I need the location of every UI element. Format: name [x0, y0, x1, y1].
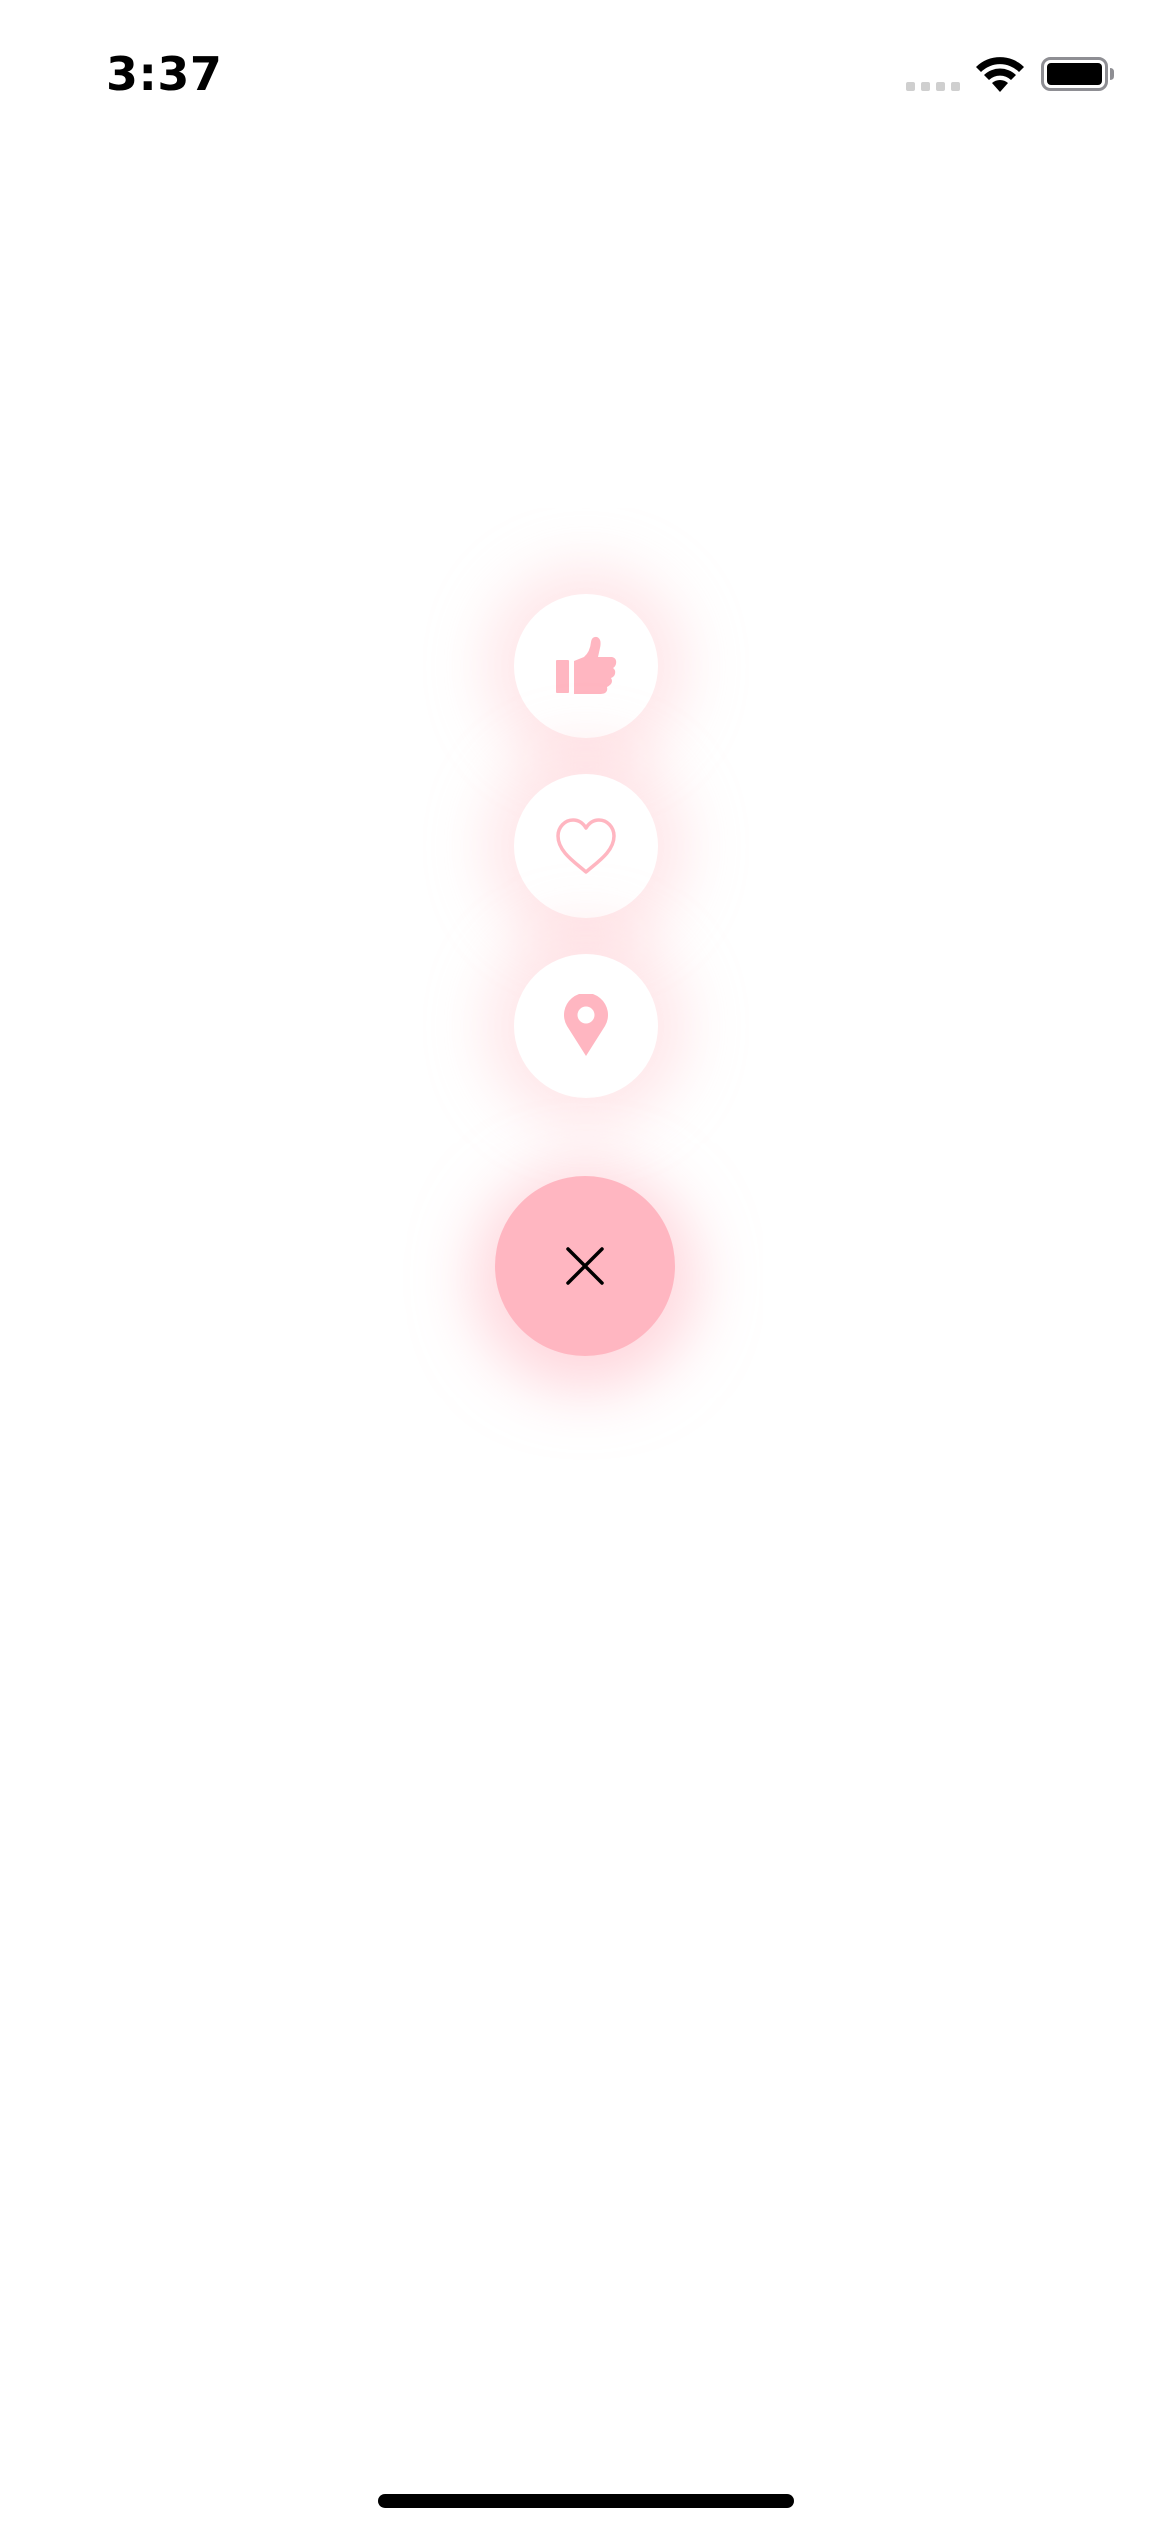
- map-pin-icon: [564, 994, 608, 1056]
- location-button[interactable]: [514, 954, 658, 1098]
- thumbs-up-icon: [556, 636, 617, 694]
- battery-full-icon: [1041, 57, 1114, 91]
- home-indicator[interactable]: [378, 2494, 794, 2508]
- heart-outline-icon: [556, 818, 616, 874]
- favorite-button[interactable]: [514, 774, 658, 918]
- wifi-icon: [976, 57, 1024, 92]
- like-button[interactable]: [514, 594, 658, 738]
- screen: 3:37: [0, 0, 1170, 2532]
- close-menu-button[interactable]: [495, 1176, 675, 1356]
- close-icon: [566, 1247, 604, 1285]
- cellular-no-service-icon: [906, 82, 960, 91]
- status-time: 3:37: [106, 47, 223, 101]
